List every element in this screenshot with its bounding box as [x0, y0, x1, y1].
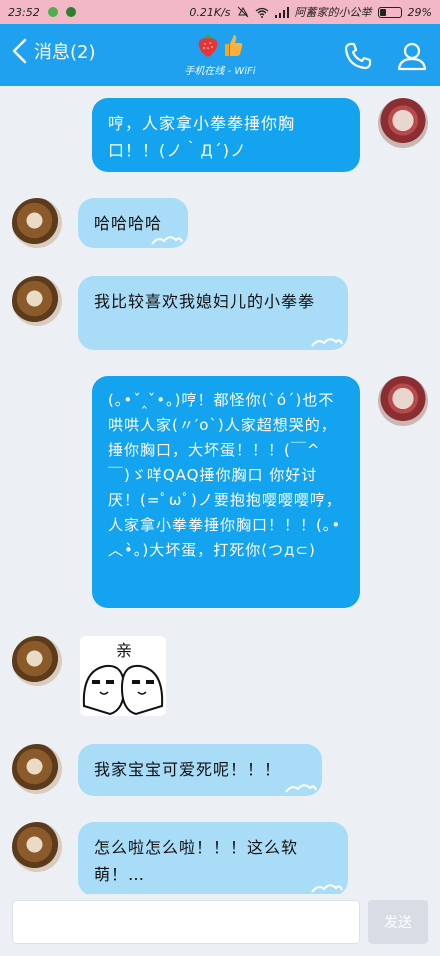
message-text: 哼，人家拿小拳拳捶你胸口！！(ノ｀Д´)ノ	[108, 114, 296, 160]
signal-icon	[274, 6, 289, 18]
friend-message-bubble[interactable]: 怎么啦怎么啦！！！这么软萌！…	[78, 822, 348, 894]
wave-decoration-icon	[151, 236, 183, 245]
contact-name-emoji	[150, 32, 290, 58]
strawberry-icon	[198, 34, 218, 57]
clock: 23:52	[8, 5, 40, 19]
message-text: (｡•ˇ‸ˇ•｡)哼！都怪你(`ó´)也不哄哄人家(〃′o`)人家超想哭的，捶你…	[108, 391, 342, 559]
wave-decoration-icon	[285, 784, 317, 793]
my-message-bubble[interactable]: 哼，人家拿小拳拳捶你胸口！！(ノ｀Д´)ノ	[92, 98, 360, 172]
message-input[interactable]	[12, 900, 360, 944]
friend-message-bubble[interactable]: 我比较喜欢我媳妇儿的小拳拳	[78, 276, 348, 350]
notification-icon	[47, 7, 58, 17]
profile-icon[interactable]	[396, 40, 428, 72]
friend-avatar[interactable]	[12, 276, 62, 326]
friend-message-bubble[interactable]: 我家宝宝可爱死呢！！！	[78, 744, 322, 796]
online-status: 手机在线 - WiFi	[184, 66, 256, 77]
message-text: 怎么啦怎么啦！！！这么软萌！…	[94, 838, 299, 884]
wifi-icon	[255, 7, 268, 18]
message-text: 我比较喜欢我媳妇儿的小拳拳	[94, 292, 316, 311]
phone-call-icon[interactable]	[342, 40, 374, 72]
wave-decoration-icon	[311, 884, 343, 893]
contact-title[interactable]: 手机在线 - WiFi	[150, 32, 290, 77]
message-list[interactable]: 哼，人家拿小拳拳捶你胸口！！(ノ｀Д´)ノ 哈哈哈哈 我比较喜欢我媳妇儿的小拳拳…	[0, 86, 440, 894]
mute-icon	[237, 6, 248, 18]
friend-avatar[interactable]	[12, 744, 62, 794]
send-button[interactable]: 发送	[368, 900, 428, 944]
friend-avatar[interactable]	[12, 198, 62, 248]
message-text: 哈哈哈哈	[94, 214, 163, 233]
back-button[interactable]: 消息(2)	[10, 38, 96, 64]
chat-header: 消息(2) 手机在线 - WiFi	[0, 24, 440, 86]
friend-avatar[interactable]	[12, 636, 62, 686]
wave-decoration-icon	[311, 338, 343, 347]
battery-icon	[377, 6, 402, 18]
thumbs-up-icon	[225, 35, 243, 56]
carrier-name: 阿蓄家的小公举	[294, 6, 372, 19]
my-message-bubble[interactable]: (｡•ˇ‸ˇ•｡)哼！都怪你(`ó´)也不哄哄人家(〃′o`)人家超想哭的，捶你…	[92, 376, 360, 608]
battery-level: 29%	[407, 5, 432, 19]
sticker-image[interactable]: 亲	[80, 636, 166, 716]
sticker-label: 亲	[116, 641, 132, 660]
my-avatar[interactable]	[378, 376, 428, 426]
my-avatar[interactable]	[378, 98, 428, 148]
chevron-left-icon	[12, 38, 27, 64]
friend-message-bubble[interactable]: 哈哈哈哈	[78, 198, 188, 248]
app-notification-icon	[65, 7, 76, 17]
hugging-bunnies-sticker-icon: 亲	[82, 641, 164, 716]
friend-avatar[interactable]	[12, 822, 62, 872]
input-bar: 发送	[0, 894, 440, 956]
status-bar: 23:52 0.21K/s 阿蓄家的小公举 29%	[0, 0, 440, 24]
message-text: 我家宝宝可爱死呢！！！	[94, 760, 282, 779]
network-speed: 0.21K/s	[189, 5, 231, 19]
back-label: 消息(2)	[34, 42, 96, 63]
